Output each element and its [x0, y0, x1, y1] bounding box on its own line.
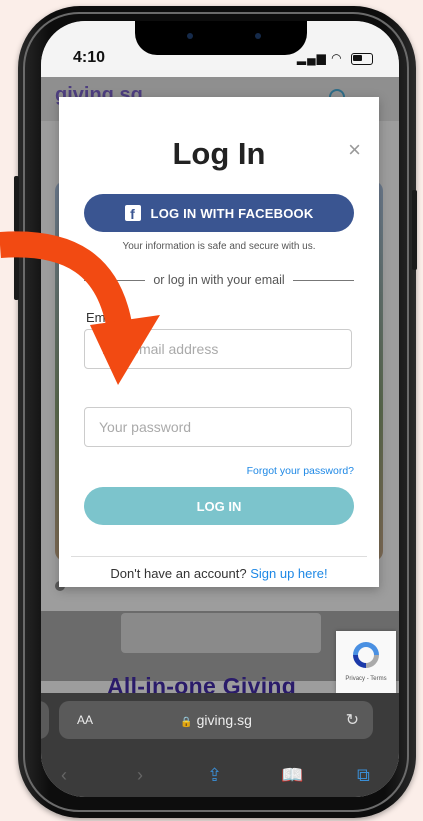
browser-toolbar: ‹ › ⇪ 📖 ⧉	[41, 765, 399, 791]
sensor-icon	[187, 33, 193, 39]
status-icons: ▂▄▆ ◠	[297, 51, 373, 65]
safari-toolbar: AA 🔒 giving.sg ↻ ‹ › ⇪ 📖 ⧉	[41, 693, 399, 797]
forgot-password-link[interactable]: Forgot your password?	[247, 465, 354, 477]
divider-line-right	[292, 279, 354, 281]
email-field[interactable]: Your email address	[84, 329, 352, 369]
divider-text: or log in with your email	[153, 273, 285, 287]
recaptcha-icon	[353, 642, 379, 668]
previous-tab-preview[interactable]	[41, 701, 49, 739]
email-label: Email	[86, 310, 119, 325]
close-icon[interactable]: ×	[348, 137, 361, 163]
battery-icon	[351, 52, 373, 65]
volume-up-button	[14, 176, 19, 232]
divider-line-left	[84, 279, 146, 281]
recaptcha-badge[interactable]: Privacy - Terms	[336, 631, 396, 693]
divider: or log in with your email	[84, 272, 354, 288]
notch	[135, 21, 307, 55]
wifi-icon: ◠	[331, 51, 343, 65]
signal-icon: ▂▄▆	[296, 51, 327, 65]
facebook-login-button[interactable]: f LOG IN WITH FACEBOOK	[84, 194, 354, 232]
recaptcha-text[interactable]: Privacy - Terms	[336, 676, 396, 682]
password-field[interactable]: Your password	[84, 407, 352, 447]
modal-separator	[71, 556, 367, 557]
bookmarks-icon[interactable]: 📖	[281, 765, 303, 786]
url-display: 🔒 giving.sg	[59, 712, 373, 728]
forward-icon[interactable]: ›	[137, 765, 143, 786]
url-text: giving.sg	[196, 712, 252, 728]
address-bar[interactable]: AA 🔒 giving.sg ↻	[59, 701, 373, 739]
camera-icon	[255, 33, 261, 39]
safe-note: Your information is safe and secure with…	[122, 241, 316, 252]
login-button[interactable]: LOG IN	[84, 487, 354, 525]
tabs-icon[interactable]: ⧉	[357, 765, 370, 786]
facebook-login-label: LOG IN WITH FACEBOOK	[150, 205, 314, 221]
power-button	[412, 190, 417, 270]
facebook-icon: f	[124, 205, 141, 221]
status-bar: 4:10 ▂▄▆ ◠	[41, 21, 399, 77]
status-time: 4:10	[73, 49, 106, 66]
signup-link[interactable]: Sign up here!	[250, 566, 327, 581]
lower-image	[121, 613, 321, 653]
login-modal: Log In × f LOG IN WITH FACEBOOK Your inf…	[59, 97, 379, 587]
volume-down-button	[14, 244, 19, 300]
back-icon[interactable]: ‹	[61, 765, 67, 786]
phone-screen: 4:10 ▂▄▆ ◠ giving.sg All-in-one Giving L…	[41, 21, 399, 797]
signup-row: Don't have an account? Sign up here!	[59, 566, 379, 581]
signup-prompt: Don't have an account?	[110, 566, 247, 581]
share-icon[interactable]: ⇪	[207, 765, 222, 786]
reload-icon[interactable]: ↻	[346, 710, 359, 730]
modal-title: Log In	[172, 136, 266, 171]
lock-icon: 🔒	[180, 717, 193, 728]
